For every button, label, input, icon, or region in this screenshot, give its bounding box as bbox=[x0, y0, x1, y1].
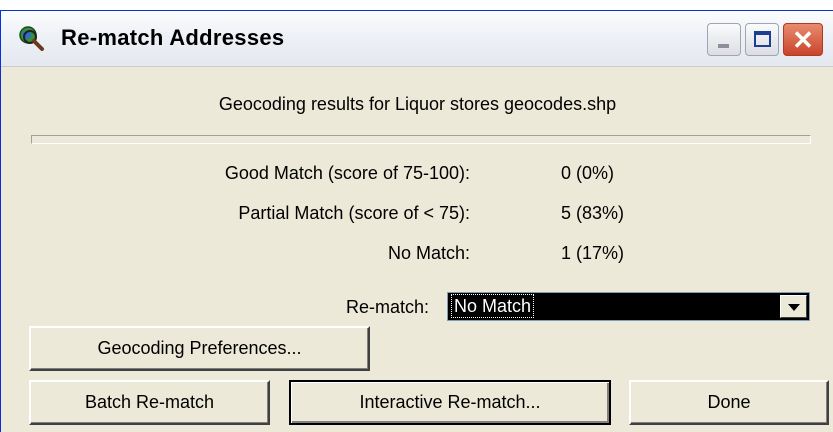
no-match-label: No Match: bbox=[387, 243, 470, 263]
geocoding-preferences-button[interactable]: Geocoding Preferences... bbox=[29, 326, 370, 371]
rematch-selected-value: No Match bbox=[450, 294, 535, 318]
partial-match-label: Partial Match (score of < 75): bbox=[238, 203, 470, 223]
minimize-button[interactable] bbox=[707, 23, 741, 56]
rematch-select[interactable]: No Match bbox=[447, 292, 810, 321]
done-label: Done bbox=[707, 392, 751, 412]
batch-rematch-label: Batch Re-match bbox=[84, 392, 215, 412]
maximize-icon bbox=[754, 31, 771, 47]
minimize-icon bbox=[718, 44, 729, 48]
good-match-value: 0 (0%) bbox=[561, 163, 615, 183]
interactive-rematch-label: Interactive Re-match... bbox=[359, 392, 541, 412]
results-caption: Geocoding results for Liquor stores geoc… bbox=[218, 94, 617, 114]
rematch-addresses-window: Re-match Addresses ✕ Geocoding results f… bbox=[0, 10, 833, 432]
close-icon: ✕ bbox=[792, 25, 814, 55]
rematch-label: Re-match: bbox=[345, 297, 429, 317]
no-match-value: 1 (17%) bbox=[561, 243, 625, 263]
close-button[interactable]: ✕ bbox=[783, 23, 823, 56]
title-bar[interactable]: Re-match Addresses ✕ bbox=[1, 11, 833, 67]
geocoding-preferences-label: Geocoding Preferences... bbox=[97, 338, 302, 358]
window-title: Re-match Addresses bbox=[61, 25, 285, 50]
batch-rematch-button[interactable]: Batch Re-match bbox=[29, 380, 270, 425]
progress-bar bbox=[31, 135, 811, 144]
partial-match-value: 5 (83%) bbox=[561, 203, 625, 223]
globe-magnifier-icon bbox=[19, 26, 44, 51]
chevron-down-icon bbox=[788, 304, 800, 311]
dropdown-arrow-button[interactable] bbox=[780, 295, 807, 318]
done-button[interactable]: Done bbox=[629, 380, 829, 425]
good-match-label: Good Match (score of 75-100): bbox=[224, 163, 470, 183]
maximize-button[interactable] bbox=[745, 23, 779, 56]
interactive-rematch-button[interactable]: Interactive Re-match... bbox=[289, 380, 611, 425]
